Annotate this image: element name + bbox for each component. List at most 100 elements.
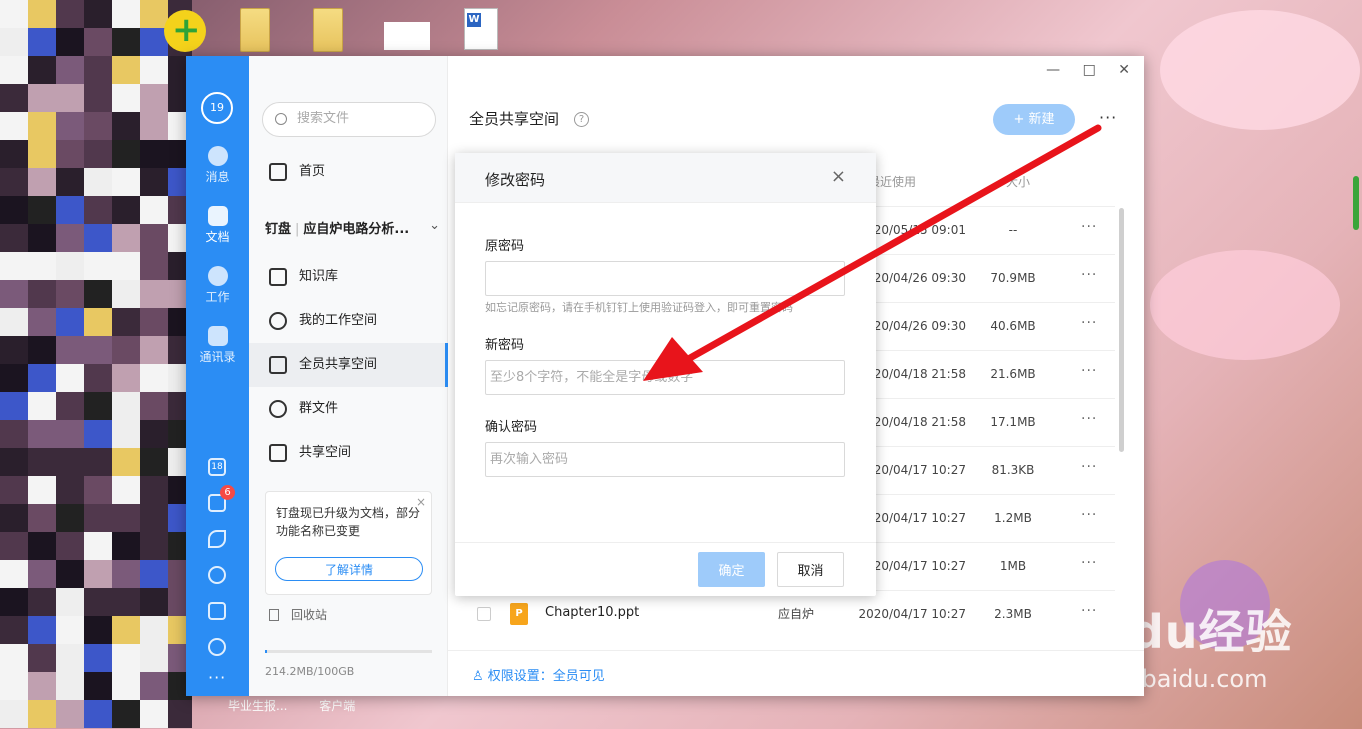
- desktop-pixel-block: [112, 588, 140, 616]
- help-icon[interactable]: ?: [574, 112, 589, 127]
- close-window-button[interactable]: ✕: [1118, 62, 1130, 78]
- row-size: 2.3MB: [994, 607, 1032, 621]
- close-icon[interactable]: ×: [416, 493, 426, 511]
- desktop-pixel-block: [112, 28, 140, 56]
- rail-item-work[interactable]: 工作: [186, 266, 249, 305]
- lightning-icon[interactable]: [208, 530, 226, 548]
- security-app-icon[interactable]: [164, 10, 206, 52]
- rail-more-icon[interactable]: ···: [208, 668, 226, 687]
- permission-settings-link[interactable]: ♙ 权限设置：全员可见: [472, 665, 605, 684]
- desktop-folder-icon[interactable]: [313, 8, 343, 52]
- rail-item-documents[interactable]: 文档: [186, 206, 249, 245]
- desktop-pixel-block: [112, 476, 140, 504]
- desktop-pixel-block: [84, 56, 112, 84]
- desktop-pixel-block: [56, 476, 84, 504]
- close-icon[interactable]: ×: [831, 166, 846, 187]
- sidebar-item-my-workspace[interactable]: 我的工作空间: [249, 299, 448, 343]
- row-size: 1MB: [999, 559, 1027, 573]
- desktop-pixel-block: [84, 616, 112, 644]
- maximize-button[interactable]: □: [1083, 62, 1096, 78]
- old-password-label: 原密码: [485, 239, 525, 254]
- desktop-pixel-block: [84, 336, 112, 364]
- desktop-pixel-block: [56, 252, 84, 280]
- row-size: 1.2MB: [994, 511, 1032, 525]
- nav-rail: 19 消息 文档 工作 通讯录 18 6 ···: [186, 56, 249, 696]
- desktop-left-area: [0, 0, 192, 729]
- drive-group-header[interactable]: 钉盘 | 应自炉电路分析... ⌄: [265, 218, 440, 237]
- new-button-label: 新建: [1028, 112, 1055, 127]
- desktop-pixel-block: [0, 112, 28, 140]
- desktop-pixel-block: [112, 336, 140, 364]
- desktop-pixel-block: [56, 168, 84, 196]
- desktop-pixel-block: [28, 644, 56, 672]
- desktop-pixel-block: [112, 700, 140, 728]
- desktop-pixel-block: [28, 700, 56, 728]
- recycle-bin[interactable]: 回收站: [269, 606, 327, 623]
- row-more-icon[interactable]: ···: [1081, 219, 1097, 235]
- cancel-button[interactable]: 取消: [777, 552, 844, 587]
- desktop-pixel-block: [56, 84, 84, 112]
- network-icon[interactable]: [208, 638, 226, 656]
- new-password-field[interactable]: [485, 360, 845, 395]
- row-more-icon[interactable]: ···: [1081, 507, 1097, 523]
- sidebar-item-group-files[interactable]: 群文件: [249, 387, 448, 431]
- learn-more-button[interactable]: 了解详情: [275, 557, 423, 581]
- desktop-pixel-block: [0, 0, 28, 28]
- row-size: 40.6MB: [990, 319, 1036, 333]
- desktop-label[interactable]: 客户端: [319, 699, 355, 713]
- row-more-icon[interactable]: ···: [1081, 603, 1097, 619]
- sidebar-item-knowledge[interactable]: 知识库: [249, 255, 448, 299]
- row-more-icon[interactable]: ···: [1081, 459, 1097, 475]
- row-more-icon[interactable]: ···: [1081, 363, 1097, 379]
- search-box[interactable]: [262, 102, 436, 137]
- row-file-name[interactable]: Chapter10.ppt: [545, 605, 639, 620]
- row-more-icon[interactable]: ···: [1081, 267, 1097, 283]
- desktop-pixel-block: [56, 420, 84, 448]
- list-scrollbar[interactable]: [1119, 208, 1124, 452]
- sidebar-item-shared-space[interactable]: 共享空间: [249, 431, 448, 475]
- calendar-icon[interactable]: 18: [208, 458, 226, 476]
- desktop-pixel-block: [56, 504, 84, 532]
- layers-icon: [269, 356, 287, 374]
- mail-icon[interactable]: [208, 602, 226, 620]
- more-options-icon[interactable]: ···: [1099, 108, 1117, 127]
- minimize-button[interactable]: —: [1046, 62, 1060, 78]
- row-more-icon[interactable]: ···: [1081, 555, 1097, 571]
- desktop-folder-icon[interactable]: [240, 8, 270, 52]
- plus-icon: +: [1013, 112, 1025, 127]
- desktop-label[interactable]: 毕业生报...: [228, 699, 287, 713]
- desktop-pixel-block: [140, 112, 168, 140]
- old-password-field[interactable]: [485, 261, 845, 296]
- avatar[interactable]: 19: [201, 92, 233, 124]
- search-icon: [275, 113, 287, 125]
- desktop-edge-indicator: [1353, 176, 1359, 230]
- desktop-word-doc-icon[interactable]: W: [464, 8, 498, 50]
- desktop-pixel-block: [84, 700, 112, 728]
- sidebar-item-label: 全员共享空间: [299, 357, 378, 372]
- search-input[interactable]: [297, 111, 427, 126]
- column-header-size[interactable]: 大小: [1006, 173, 1030, 190]
- permission-text: 权限设置：全员可见: [487, 669, 605, 684]
- desktop-pixel-block: [28, 588, 56, 616]
- table-row[interactable]: P Chapter10.ppt 应自炉 2020/04/17 10:27 2.3…: [468, 590, 1115, 638]
- sidebar-item-all-shared[interactable]: 全员共享空间: [249, 343, 448, 387]
- confirm-button[interactable]: 确定: [698, 552, 765, 587]
- confirm-password-field[interactable]: [485, 442, 845, 477]
- row-more-icon[interactable]: ···: [1081, 315, 1097, 331]
- group-prefix: 钉盘: [265, 222, 292, 237]
- row-more-icon[interactable]: ···: [1081, 411, 1097, 427]
- desktop-pixel-block: [28, 504, 56, 532]
- desktop-pixel-block: [84, 140, 112, 168]
- rail-item-messages[interactable]: 消息: [186, 146, 249, 185]
- desktop-pixel-block: [140, 140, 168, 168]
- row-checkbox[interactable]: [477, 607, 491, 621]
- wallpaper-blossom: [1150, 250, 1340, 360]
- desktop-bottom-labels: 毕业生报... 客户端: [228, 697, 383, 714]
- phone-icon[interactable]: [208, 566, 226, 584]
- desktop-image-icon[interactable]: [384, 22, 430, 50]
- new-button[interactable]: + 新建: [993, 104, 1075, 135]
- desktop-pixel-block: [112, 504, 140, 532]
- rail-item-contacts[interactable]: 通讯录: [186, 326, 249, 365]
- desktop-pixel-block: [140, 504, 168, 532]
- sidebar-item-home[interactable]: 首页: [249, 150, 448, 194]
